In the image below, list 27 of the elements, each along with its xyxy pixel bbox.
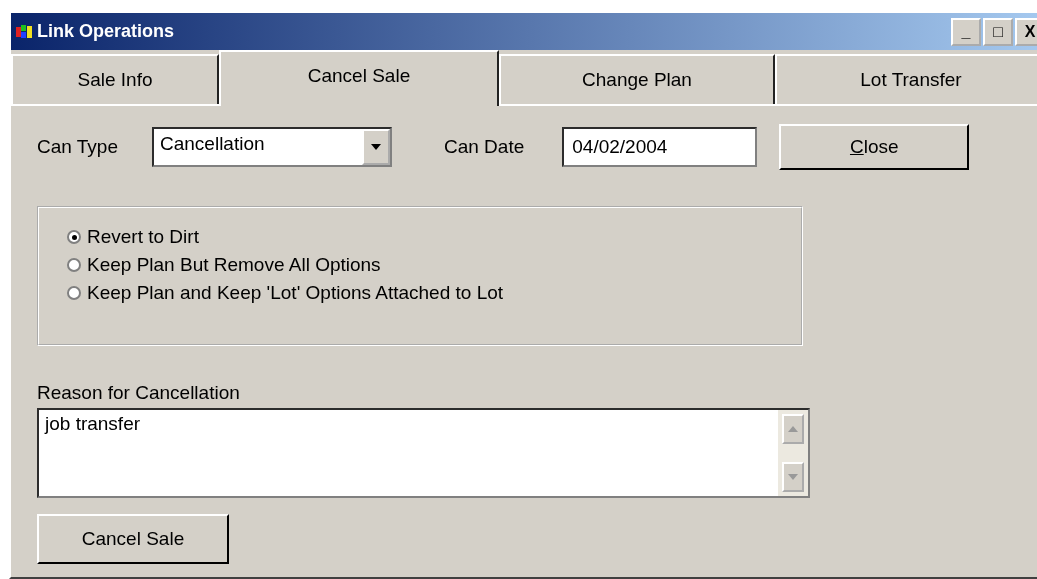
scrollbar[interactable] <box>778 410 808 496</box>
window-title: Link Operations <box>37 21 176 42</box>
scroll-down-icon <box>788 474 798 480</box>
close-button[interactable]: X <box>1015 17 1037 46</box>
close-button[interactable]: Close <box>779 124 970 170</box>
option-label: Keep Plan and Keep 'Lot' Options Attached to Lot <box>87 282 504 304</box>
field-label: Can Type <box>37 136 118 158</box>
minimize-button[interactable]: _ <box>951 17 981 46</box>
tab[interactable]: Cancel Sale <box>219 50 499 106</box>
tab[interactable]: Lot Transfer <box>775 54 1037 104</box>
radio-button[interactable] <box>67 286 81 300</box>
maximize-button[interactable]: □ <box>983 17 1013 46</box>
field-label: Can Date <box>444 136 525 158</box>
radio-button[interactable] <box>67 230 81 244</box>
option-label: Keep Plan But Remove All Options <box>87 254 381 276</box>
cancel-sale-button[interactable]: Cancel Sale <box>37 514 229 564</box>
field-label: Reason for Cancellation <box>37 382 241 404</box>
radio-button[interactable] <box>67 258 81 272</box>
dropdown[interactable]: Cancellation <box>152 127 392 167</box>
scroll-up-icon <box>788 426 798 432</box>
reason-field[interactable]: job transfer <box>37 408 810 498</box>
dropdown-arrow-icon <box>371 144 381 150</box>
tab[interactable]: Change Plan <box>499 54 775 104</box>
tab[interactable]: Sale Info <box>11 54 219 104</box>
app-icon <box>15 22 33 41</box>
date-field[interactable]: 04/02/2004 <box>562 127 758 167</box>
option-label: Revert to Dirt <box>87 226 199 248</box>
